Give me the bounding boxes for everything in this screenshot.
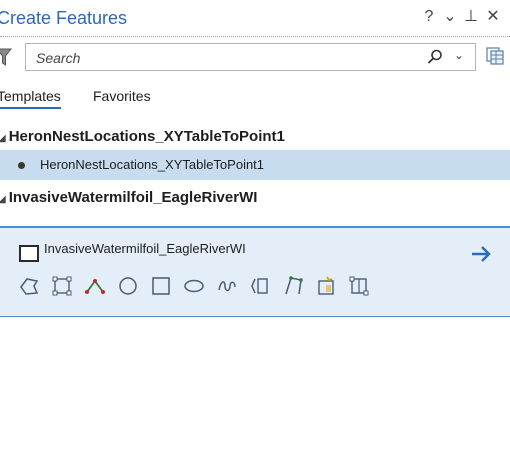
template-item-watermilfoil[interactable]: InvasiveWatermilfoil_EagleRiverWI <box>0 226 510 317</box>
pane-title: Create Features <box>0 8 128 28</box>
group-name: InvasiveWatermilfoil_EagleRiverWI <box>8 189 258 206</box>
layer-group-watermilfoil[interactable]: ◢ InvasiveWatermilfoil_EagleRiverWI <box>0 189 257 206</box>
trace-icon[interactable] <box>249 275 271 297</box>
ellipse-icon[interactable] <box>183 275 205 297</box>
close-button[interactable]: ✕ <box>484 7 502 27</box>
toggle-table-icon[interactable] <box>486 47 504 65</box>
layer-group-heron[interactable]: ◢ HeronNestLocations_XYTableToPoint1 <box>0 128 285 145</box>
line-tool-icon[interactable] <box>84 275 106 297</box>
polygon-icon[interactable] <box>51 275 73 297</box>
polygon-symbol-icon <box>19 245 39 262</box>
filter-icon[interactable] <box>0 47 12 67</box>
freehand-icon[interactable] <box>216 275 238 297</box>
template-item-heron[interactable]: HeronNestLocations_XYTableToPoint1 <box>0 150 510 180</box>
search-input[interactable] <box>34 48 398 68</box>
split-polygon-icon[interactable] <box>348 275 370 297</box>
help-button[interactable]: ? <box>420 7 438 27</box>
search-toolbar: ⌄ <box>0 43 510 73</box>
search-icon[interactable] <box>427 49 443 65</box>
group-name: HeronNestLocations_XYTableToPoint1 <box>8 128 285 145</box>
collapse-caret-icon[interactable]: ◢ <box>0 133 6 144</box>
circle-icon[interactable] <box>117 275 139 297</box>
template-label: HeronNestLocations_XYTableToPoint1 <box>40 157 265 172</box>
collapse-caret-icon[interactable]: ◢ <box>0 194 6 205</box>
right-angle-icon[interactable] <box>282 275 304 297</box>
point-symbol-icon <box>18 162 25 169</box>
autocomplete-polygon-icon[interactable] <box>315 275 337 297</box>
pin-button[interactable]: ⊥ <box>462 7 480 27</box>
tab-templates[interactable]: Templates <box>0 88 61 109</box>
freehand-polygon-icon[interactable] <box>18 275 40 297</box>
arrow-right-icon[interactable] <box>470 245 492 263</box>
pane-title-bar: Create Features ? ⌄ ⊥ ✕ <box>0 0 510 37</box>
tab-favorites[interactable]: Favorites <box>93 88 151 104</box>
rectangle-icon[interactable] <box>150 275 172 297</box>
search-box[interactable]: ⌄ <box>25 43 476 71</box>
chevron-down-icon[interactable]: ⌄ <box>454 48 464 62</box>
template-label: InvasiveWatermilfoil_EagleRiverWI <box>44 241 246 256</box>
pane-options-button[interactable]: ⌄ <box>441 7 459 27</box>
